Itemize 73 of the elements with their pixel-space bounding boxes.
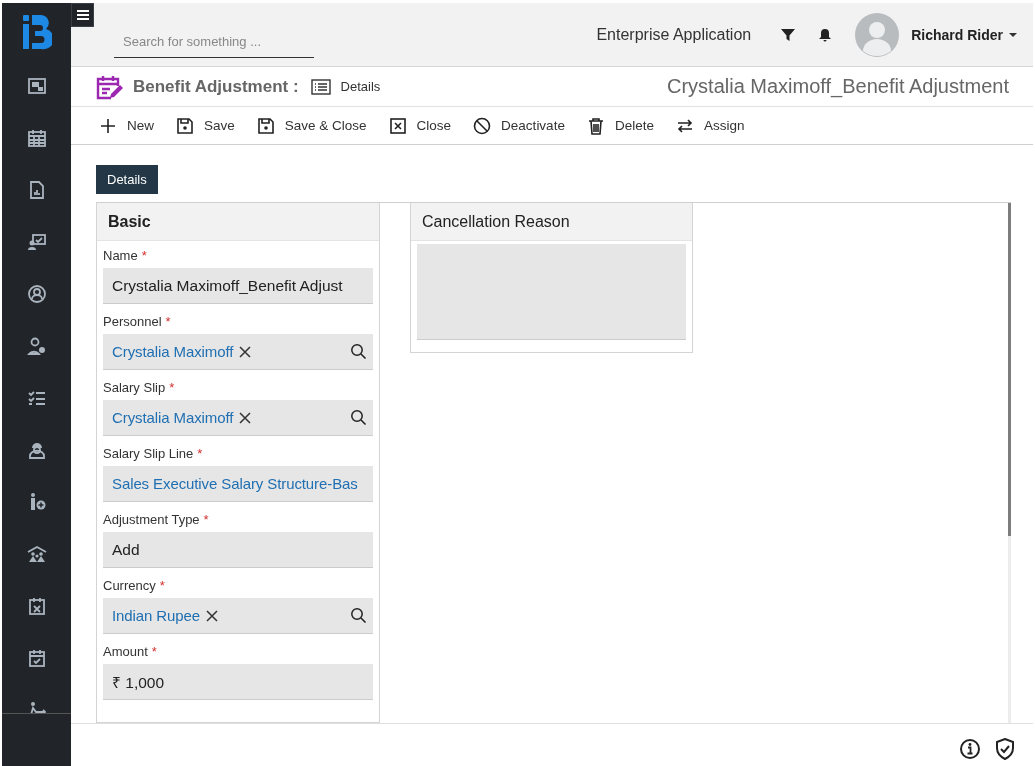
close-button[interactable]: Close xyxy=(388,116,452,135)
lookup-value[interactable]: Indian Rupee xyxy=(112,607,201,624)
required-mark: * xyxy=(165,314,171,329)
scrollbar-thumb[interactable] xyxy=(1008,203,1011,536)
field-label: Personnel xyxy=(103,314,162,329)
picture-icon[interactable] xyxy=(26,76,47,96)
required-mark: * xyxy=(169,380,175,395)
lookup-field[interactable]: Crystalia Maximoff xyxy=(103,400,373,436)
field-label: Salary Slip xyxy=(103,380,166,395)
info-icon[interactable] xyxy=(959,738,981,760)
app-name: Enterprise Application xyxy=(596,25,752,44)
required-mark: * xyxy=(151,644,157,659)
field-label: Amount xyxy=(103,644,148,659)
clear-icon[interactable] xyxy=(239,345,252,358)
menu-button[interactable] xyxy=(71,3,94,27)
lookup-field[interactable]: Indian Rupee xyxy=(103,598,373,634)
input-field[interactable]: Add xyxy=(103,532,373,568)
presentation-icon[interactable] xyxy=(26,232,47,252)
prohibited-button[interactable]: Deactivate xyxy=(473,116,565,135)
required-mark: * xyxy=(197,446,203,461)
trash-button[interactable]: Delete xyxy=(586,116,654,135)
caret-icon xyxy=(1009,32,1017,37)
field-label: Name xyxy=(103,248,138,263)
module-title: Benefit Adjustment : xyxy=(133,76,299,97)
menu-icon xyxy=(76,10,89,20)
swap-arrows-icon xyxy=(675,116,694,135)
shield-check-icon[interactable] xyxy=(995,738,1015,760)
clear-icon[interactable] xyxy=(206,609,219,622)
floppy-disk-button[interactable]: Save xyxy=(176,116,235,135)
clear-icon[interactable] xyxy=(239,411,252,424)
view-name: Details xyxy=(340,79,381,94)
required-mark: * xyxy=(159,578,165,593)
search-icon[interactable] xyxy=(350,343,367,360)
swap-arrows-button[interactable]: Assign xyxy=(675,116,745,135)
prohibited-icon xyxy=(473,116,492,135)
field-label: Adjustment Type xyxy=(103,512,200,527)
calendar-edit-icon xyxy=(95,73,123,100)
user-gear-icon[interactable] xyxy=(26,336,47,356)
list-icon xyxy=(310,78,331,95)
required-mark: * xyxy=(203,512,209,527)
search-icon[interactable] xyxy=(350,409,367,426)
input-field[interactable]: ₹ 1,000 xyxy=(103,664,373,700)
lookup-value[interactable]: Crystalia Maximoff xyxy=(112,409,234,426)
calendar-icon[interactable] xyxy=(26,128,47,148)
worker-icon[interactable] xyxy=(26,440,47,460)
calendar-x-icon[interactable] xyxy=(26,596,47,616)
lookup-value[interactable]: Sales Executive Salary Structure-Bas xyxy=(112,475,358,492)
bell-icon[interactable] xyxy=(819,27,832,42)
calendar-check-icon[interactable] xyxy=(26,648,47,668)
search-icon[interactable] xyxy=(350,607,367,624)
user-menu[interactable]: Richard Rider xyxy=(911,26,1017,43)
section-title: Cancellation Reason xyxy=(411,203,692,241)
group-home-icon[interactable] xyxy=(26,544,47,564)
trash-icon xyxy=(586,116,605,135)
filter-icon[interactable] xyxy=(781,27,796,42)
field-label: Salary Slip Line xyxy=(103,446,194,461)
field-label: Currency xyxy=(103,578,156,593)
lookup-field[interactable]: Sales Executive Salary Structure-Bas xyxy=(103,466,373,502)
tab[interactable]: Details xyxy=(96,165,158,194)
floppy-disk-button[interactable]: Save & Close xyxy=(256,116,367,135)
plus-icon xyxy=(99,116,117,135)
lookup-field[interactable]: Crystalia Maximoff xyxy=(103,334,373,370)
record-title: Crystalia Maximoff_Benefit Adjustment xyxy=(667,75,1009,98)
close-icon xyxy=(388,116,407,135)
section-title: Basic xyxy=(97,203,379,241)
user-circle-icon[interactable] xyxy=(26,284,47,304)
search-field[interactable]: Search for something ... xyxy=(114,31,314,58)
plus-button[interactable]: New xyxy=(99,116,154,135)
logo-icon xyxy=(21,13,52,50)
checklist-icon[interactable] xyxy=(26,388,47,408)
lookup-value[interactable]: Crystalia Maximoff xyxy=(112,343,234,360)
input-field[interactable]: Crystalia Maximoff_Benefit Adjust xyxy=(103,268,373,304)
required-mark: * xyxy=(141,248,147,263)
